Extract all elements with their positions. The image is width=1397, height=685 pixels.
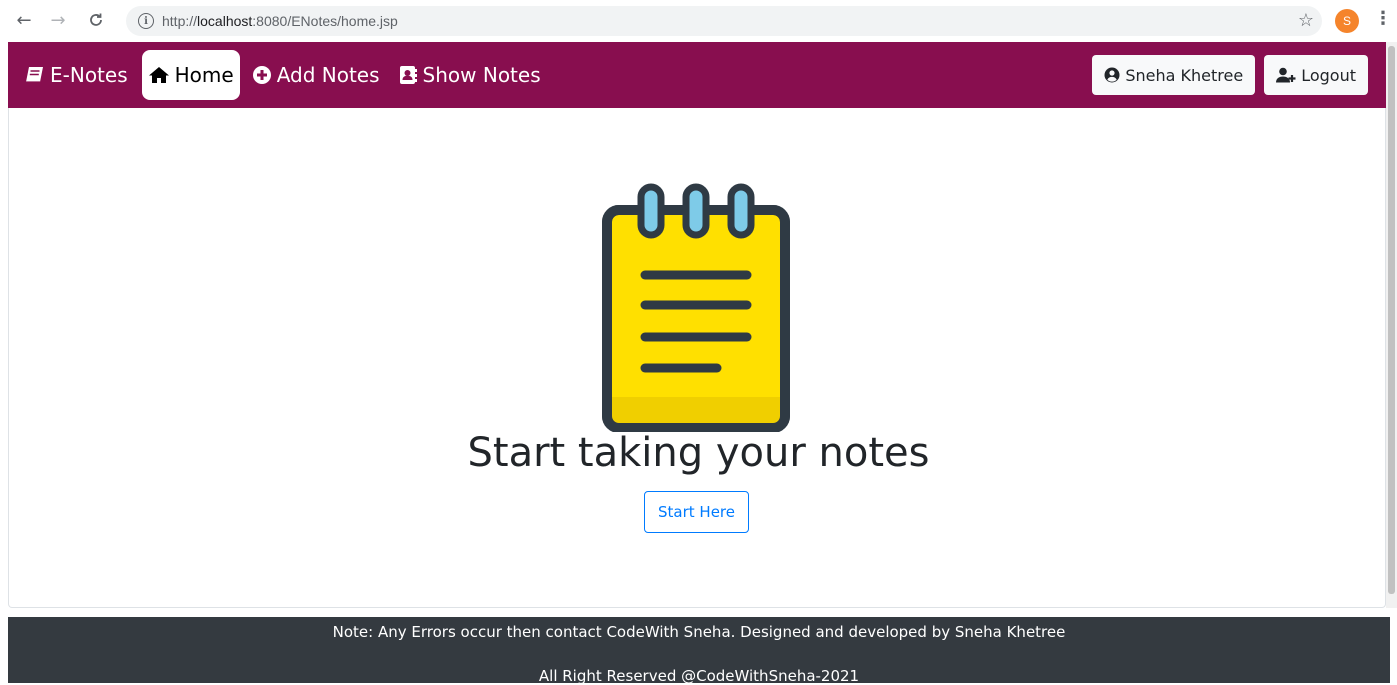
nav-item-label: Add Notes	[276, 63, 380, 87]
info-icon[interactable]: i	[138, 13, 154, 29]
user-profile-button[interactable]: Sneha Khetree	[1092, 55, 1256, 95]
notepad-icon	[602, 183, 790, 432]
forward-icon[interactable]: →	[46, 8, 70, 32]
logout-button[interactable]: Logout	[1264, 55, 1368, 95]
back-icon[interactable]: ←	[12, 8, 36, 32]
nav-item-label: Show Notes	[422, 63, 541, 87]
navbar-actions: Sneha Khetree Logout	[1083, 55, 1368, 95]
scrollbar[interactable]	[1386, 42, 1397, 608]
url-text: http://localhost:8080/ENotes/home.jsp	[162, 13, 398, 29]
user-name: Sneha Khetree	[1125, 65, 1244, 85]
navbar: E-Notes Home Add Notes Show Notes Sneha …	[8, 42, 1386, 108]
browser-toolbar: ← → i http://localhost:8080/ENotes/home.…	[0, 0, 1397, 42]
nav-item-show-notes[interactable]: Show Notes	[392, 50, 547, 100]
nav-item-label: Home	[174, 63, 234, 87]
address-bar[interactable]: i http://localhost:8080/ENotes/home.jsp …	[126, 6, 1322, 36]
scrollbar-thumb[interactable]	[1388, 46, 1395, 594]
nav-item-home[interactable]: Home	[141, 50, 240, 100]
reload-icon[interactable]	[84, 8, 108, 32]
page-title: Start taking your notes	[467, 430, 930, 476]
menu-kebab-icon[interactable]: ⋮	[1374, 8, 1392, 29]
footer-note: Note: Any Errors occur then contact Code…	[332, 623, 1066, 641]
footer: Note: Any Errors occur then contact Code…	[8, 617, 1390, 685]
address-book-icon	[399, 66, 417, 84]
home-icon	[148, 67, 169, 83]
user-plus-icon	[1276, 67, 1296, 83]
user-circle-icon	[1104, 67, 1120, 83]
footer-copyright: All Right Reserved @CodeWithSneha-2021	[538, 667, 860, 685]
bookmark-star-icon[interactable]: ☆	[1298, 10, 1314, 31]
profile-avatar[interactable]: S	[1335, 9, 1359, 33]
book-icon	[26, 67, 43, 83]
brand-label: E-Notes	[50, 63, 128, 87]
nav-item-add-notes[interactable]: Add Notes	[246, 50, 386, 100]
logout-label: Logout	[1301, 65, 1356, 85]
plus-circle-icon	[252, 66, 271, 84]
start-here-button[interactable]: Start Here	[644, 491, 749, 533]
brand-link[interactable]: E-Notes	[24, 63, 128, 87]
